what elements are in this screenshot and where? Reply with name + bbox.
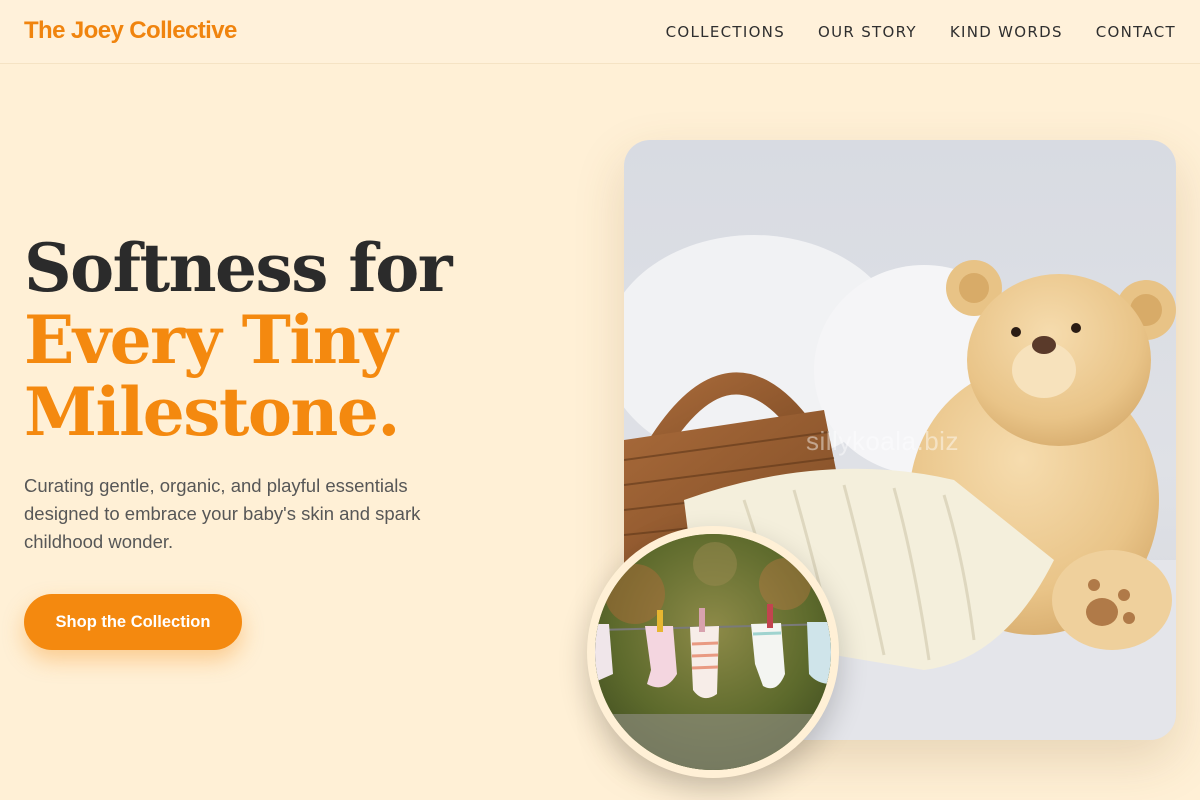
nav-contact[interactable]: CONTACT xyxy=(1096,23,1176,41)
brand-logo[interactable]: The Joey Collective xyxy=(24,17,237,45)
hero-subtitle: Curating gentle, organic, and playful es… xyxy=(24,475,421,552)
socks-clothesline-scene xyxy=(595,534,831,770)
shop-collection-button[interactable]: Shop the Collection xyxy=(24,594,242,650)
site-header: The Joey Collective COLLECTIONS OUR STOR… xyxy=(0,0,1200,64)
nav-our-story[interactable]: OUR STORY xyxy=(818,23,917,41)
headline-line-2: Every Tiny xyxy=(24,301,398,379)
main-nav: COLLECTIONS OUR STORY KIND WORDS CONTACT xyxy=(666,23,1176,41)
hero-inset-photo xyxy=(587,526,839,778)
nav-kind-words[interactable]: KIND WORDS xyxy=(950,23,1063,41)
hero-headline: Softness for Every Tiny Milestone. xyxy=(24,232,544,448)
headline-line-1: Softness for xyxy=(24,229,453,307)
headline-line-3: Milestone. xyxy=(24,373,400,451)
image-watermark: sillykoala.biz xyxy=(806,426,959,456)
nav-collections[interactable]: COLLECTIONS xyxy=(666,23,785,41)
